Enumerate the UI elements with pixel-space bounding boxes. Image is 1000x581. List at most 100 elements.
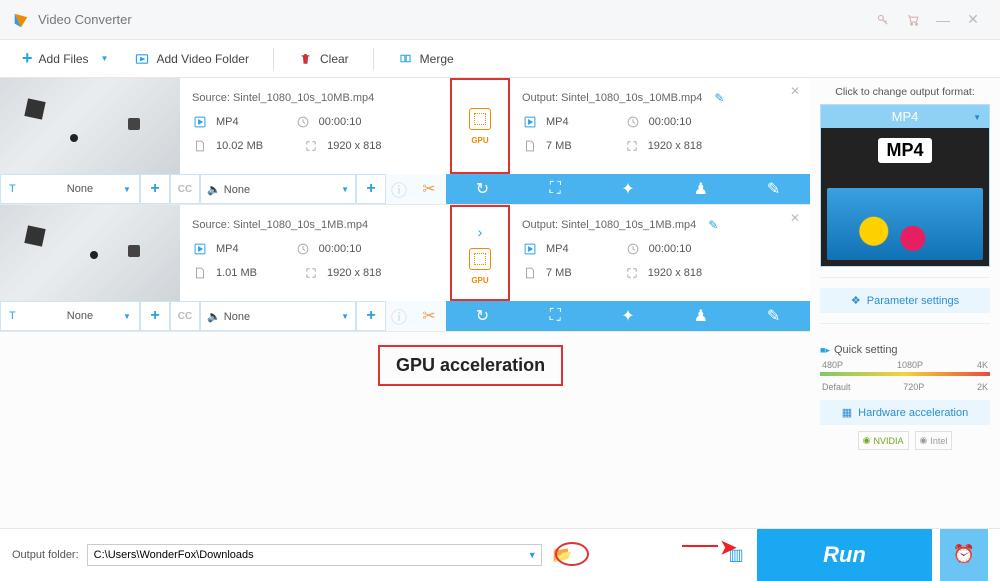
clear-label: Clear [320,52,349,66]
output-format-selector[interactable]: MP4▼ MP4 [820,104,990,267]
add-files-button[interactable]: + Add Files ▼ [12,44,118,73]
edit-output-name-icon[interactable]: ✎ [714,91,724,105]
add-files-label: Add Files [39,52,89,66]
clear-button[interactable]: Clear [288,47,359,71]
subtitle-track-select[interactable]: T None▼ [0,301,140,331]
captions-button[interactable]: CC [170,301,200,331]
captions-button[interactable]: CC [170,174,200,204]
source-duration: 00:00:10 [319,116,362,128]
file-list: Source: Sintel_1080_10s_10MB.mp4 MP400:0… [0,78,810,520]
annotation-arrow-icon: ➤ [720,535,737,560]
gpu-column: GPU [450,78,510,174]
audio-track-select[interactable]: 🔈 None▼ [200,301,356,331]
rotate-icon[interactable]: ↻ [470,177,494,201]
file-size-icon [192,265,208,281]
info-icon[interactable]: ⓘ [391,181,407,197]
format-badge: MP4 [878,138,931,163]
minimize-button[interactable] [928,5,958,35]
add-audio-button[interactable]: + [356,301,386,331]
effects-icon[interactable]: ✦ [616,304,640,328]
add-audio-button[interactable]: + [356,174,386,204]
output-size: 7 MB [546,267,572,279]
resolution-icon [303,138,319,154]
edit-output-name-icon[interactable]: ✎ [708,218,718,232]
nvidia-badge: ◉ NVIDIA [858,431,909,450]
resolution-scale-top: 480P1080P4K [820,356,990,370]
effects-icon[interactable]: ✦ [616,177,640,201]
source-size: 1.01 MB [216,267,257,279]
output-resolution: 1920 x 818 [648,140,702,152]
output-duration: 00:00:10 [649,116,692,128]
merge-button[interactable]: Merge [388,47,464,71]
rotate-icon[interactable]: ↻ [470,304,494,328]
gpu-label: GPU [471,276,488,285]
folder-video-icon [134,51,150,67]
chip-icon: ▦ [842,406,852,419]
subtitle-track-select[interactable]: T None▼ [0,174,140,204]
add-subtitle-button[interactable]: + [140,301,170,331]
crop-icon[interactable]: ⛶ [543,177,567,201]
cut-icon[interactable]: ✂ [422,306,435,326]
close-button[interactable] [958,5,988,35]
audio-track-value: None [224,184,250,196]
footer-bar: Output folder: C:\Users\WonderFox\Downlo… [0,528,1000,580]
item-control-bar: T None▼ + CC 🔈 None▼ + ⓘ ✂ ↻ ⛶ ✦ ♟ ✎ [0,174,810,204]
workspace: Source: Sintel_1080_10s_10MB.mp4 MP400:0… [0,78,1000,520]
main-toolbar: + Add Files ▼ Add Video Folder Clear Mer… [0,40,1000,78]
chevron-down-icon[interactable]: ▼ [528,550,537,560]
resolution-slider[interactable] [820,372,990,376]
remove-item-button[interactable]: ✕ [790,211,800,225]
gpu-vendor-row: ◉ NVIDIA ◉ Intel [858,431,953,450]
format-thumbnail: MP4 [821,128,989,266]
crop-icon[interactable]: ⛶ [543,304,567,328]
audio-track-select[interactable]: 🔈 None▼ [200,174,356,204]
output-duration: 00:00:10 [649,243,692,255]
intel-badge: ◉ Intel [915,431,953,450]
annotation-circle [555,542,589,566]
toolbar-divider [273,48,274,70]
schedule-icon[interactable]: ⏰ [940,529,988,581]
source-duration: 00:00:10 [319,243,362,255]
cut-icon[interactable]: ✂ [422,179,435,199]
file-size-icon [522,265,538,281]
chevron-right-icon[interactable]: › [478,224,483,240]
quick-setting-label: Quick setting [834,344,898,356]
clock-icon [625,114,641,130]
add-video-folder-label: Add Video Folder [156,52,249,66]
format-icon [192,114,208,130]
source-resolution: 1920 x 818 [327,267,381,279]
hardware-acceleration-button[interactable]: ▦Hardware acceleration [820,400,990,425]
add-subtitle-button[interactable]: + [140,174,170,204]
output-column: Output: Sintel_1080_10s_1MB.mp4✎ MP400:0… [510,205,805,301]
resolution-icon [303,265,319,281]
watermark-icon[interactable]: ♟ [689,304,713,328]
sliders-icon: ❖ [851,294,861,307]
parameter-settings-button[interactable]: ❖Parameter settings [820,288,990,313]
edit-icon[interactable]: ✎ [762,177,786,201]
quick-setting-panel: Quick setting 480P1080P4K Default720P2K [820,344,990,392]
add-video-folder-button[interactable]: Add Video Folder [124,47,259,71]
output-column: Output: Sintel_1080_10s_10MB.mp4✎ MP400:… [510,78,805,174]
format-icon [522,241,538,257]
output-folder-input[interactable]: C:\Users\WonderFox\Downloads▼ [87,544,542,566]
trash-icon [298,51,314,67]
video-thumbnail[interactable] [0,205,180,301]
run-button[interactable]: Run [757,529,932,581]
source-file-name: Source: Sintel_1080_10s_1MB.mp4 [192,219,368,231]
edit-icon[interactable]: ✎ [762,304,786,328]
chevron-down-icon[interactable]: ▼ [101,54,109,63]
video-thumbnail[interactable] [0,78,180,174]
format-icon [192,241,208,257]
remove-item-button[interactable]: ✕ [790,84,800,98]
format-icon [522,114,538,130]
toolbar-divider [373,48,374,70]
info-icon[interactable]: ⓘ [391,308,407,324]
cart-icon[interactable] [898,5,928,35]
key-icon[interactable] [868,5,898,35]
output-file-name: Output: Sintel_1080_10s_10MB.mp4 [522,92,702,104]
resolution-icon [624,265,640,281]
titlebar: Video Converter [0,0,1000,40]
merge-icon [398,51,414,67]
video-item: Source: Sintel_1080_10s_1MB.mp4 MP400:00… [0,205,810,332]
watermark-icon[interactable]: ♟ [689,177,713,201]
